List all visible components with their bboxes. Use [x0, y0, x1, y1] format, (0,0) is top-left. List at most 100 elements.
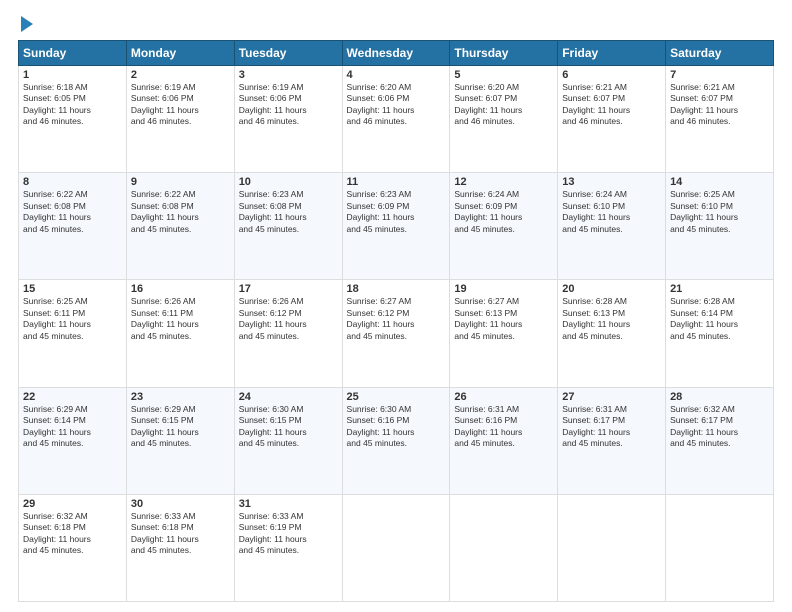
- cell-content: Sunrise: 6:24 AMSunset: 6:09 PMDaylight:…: [454, 189, 553, 235]
- calendar-cell: 26Sunrise: 6:31 AMSunset: 6:16 PMDayligh…: [450, 387, 558, 494]
- day-number: 23: [131, 391, 230, 403]
- calendar-cell: 23Sunrise: 6:29 AMSunset: 6:15 PMDayligh…: [126, 387, 234, 494]
- day-number: 25: [347, 391, 446, 403]
- calendar-week-4: 22Sunrise: 6:29 AMSunset: 6:14 PMDayligh…: [19, 387, 774, 494]
- page: Sunday Monday Tuesday Wednesday Thursday…: [0, 0, 792, 612]
- day-number: 13: [562, 176, 661, 188]
- calendar-cell: 18Sunrise: 6:27 AMSunset: 6:12 PMDayligh…: [342, 280, 450, 387]
- calendar-week-5: 29Sunrise: 6:32 AMSunset: 6:18 PMDayligh…: [19, 494, 774, 601]
- cell-content: Sunrise: 6:32 AMSunset: 6:17 PMDaylight:…: [670, 404, 769, 450]
- calendar-cell: [666, 494, 774, 601]
- cell-content: Sunrise: 6:26 AMSunset: 6:12 PMDaylight:…: [239, 296, 338, 342]
- calendar-cell: 17Sunrise: 6:26 AMSunset: 6:12 PMDayligh…: [234, 280, 342, 387]
- calendar-cell: 25Sunrise: 6:30 AMSunset: 6:16 PMDayligh…: [342, 387, 450, 494]
- col-thursday: Thursday: [450, 41, 558, 66]
- col-sunday: Sunday: [19, 41, 127, 66]
- col-saturday: Saturday: [666, 41, 774, 66]
- day-number: 26: [454, 391, 553, 403]
- calendar-cell: 31Sunrise: 6:33 AMSunset: 6:19 PMDayligh…: [234, 494, 342, 601]
- cell-content: Sunrise: 6:27 AMSunset: 6:13 PMDaylight:…: [454, 296, 553, 342]
- day-number: 27: [562, 391, 661, 403]
- day-number: 31: [239, 498, 338, 510]
- day-number: 19: [454, 283, 553, 295]
- calendar-cell: 11Sunrise: 6:23 AMSunset: 6:09 PMDayligh…: [342, 173, 450, 280]
- calendar-cell: [450, 494, 558, 601]
- calendar-cell: 6Sunrise: 6:21 AMSunset: 6:07 PMDaylight…: [558, 66, 666, 173]
- col-monday: Monday: [126, 41, 234, 66]
- cell-content: Sunrise: 6:25 AMSunset: 6:10 PMDaylight:…: [670, 189, 769, 235]
- calendar-week-3: 15Sunrise: 6:25 AMSunset: 6:11 PMDayligh…: [19, 280, 774, 387]
- calendar-cell: 28Sunrise: 6:32 AMSunset: 6:17 PMDayligh…: [666, 387, 774, 494]
- cell-content: Sunrise: 6:29 AMSunset: 6:14 PMDaylight:…: [23, 404, 122, 450]
- day-number: 7: [670, 69, 769, 81]
- cell-content: Sunrise: 6:22 AMSunset: 6:08 PMDaylight:…: [23, 189, 122, 235]
- calendar-cell: [558, 494, 666, 601]
- calendar-cell: 19Sunrise: 6:27 AMSunset: 6:13 PMDayligh…: [450, 280, 558, 387]
- cell-content: Sunrise: 6:19 AMSunset: 6:06 PMDaylight:…: [131, 82, 230, 128]
- cell-content: Sunrise: 6:23 AMSunset: 6:09 PMDaylight:…: [347, 189, 446, 235]
- cell-content: Sunrise: 6:31 AMSunset: 6:17 PMDaylight:…: [562, 404, 661, 450]
- day-number: 11: [347, 176, 446, 188]
- day-number: 17: [239, 283, 338, 295]
- calendar-cell: 24Sunrise: 6:30 AMSunset: 6:15 PMDayligh…: [234, 387, 342, 494]
- day-number: 10: [239, 176, 338, 188]
- cell-content: Sunrise: 6:19 AMSunset: 6:06 PMDaylight:…: [239, 82, 338, 128]
- day-number: 28: [670, 391, 769, 403]
- cell-content: Sunrise: 6:27 AMSunset: 6:12 PMDaylight:…: [347, 296, 446, 342]
- day-number: 5: [454, 69, 553, 81]
- day-number: 4: [347, 69, 446, 81]
- calendar-cell: 16Sunrise: 6:26 AMSunset: 6:11 PMDayligh…: [126, 280, 234, 387]
- day-number: 3: [239, 69, 338, 81]
- calendar-cell: 13Sunrise: 6:24 AMSunset: 6:10 PMDayligh…: [558, 173, 666, 280]
- calendar-cell: 21Sunrise: 6:28 AMSunset: 6:14 PMDayligh…: [666, 280, 774, 387]
- cell-content: Sunrise: 6:21 AMSunset: 6:07 PMDaylight:…: [562, 82, 661, 128]
- calendar-header-row: Sunday Monday Tuesday Wednesday Thursday…: [19, 41, 774, 66]
- calendar-cell: 3Sunrise: 6:19 AMSunset: 6:06 PMDaylight…: [234, 66, 342, 173]
- cell-content: Sunrise: 6:33 AMSunset: 6:18 PMDaylight:…: [131, 511, 230, 557]
- cell-content: Sunrise: 6:22 AMSunset: 6:08 PMDaylight:…: [131, 189, 230, 235]
- calendar-week-1: 1Sunrise: 6:18 AMSunset: 6:05 PMDaylight…: [19, 66, 774, 173]
- calendar-cell: 27Sunrise: 6:31 AMSunset: 6:17 PMDayligh…: [558, 387, 666, 494]
- day-number: 8: [23, 176, 122, 188]
- col-friday: Friday: [558, 41, 666, 66]
- cell-content: Sunrise: 6:24 AMSunset: 6:10 PMDaylight:…: [562, 189, 661, 235]
- calendar-cell: 5Sunrise: 6:20 AMSunset: 6:07 PMDaylight…: [450, 66, 558, 173]
- cell-content: Sunrise: 6:26 AMSunset: 6:11 PMDaylight:…: [131, 296, 230, 342]
- calendar-cell: 20Sunrise: 6:28 AMSunset: 6:13 PMDayligh…: [558, 280, 666, 387]
- day-number: 24: [239, 391, 338, 403]
- logo-arrow-icon: [21, 16, 33, 32]
- cell-content: Sunrise: 6:30 AMSunset: 6:16 PMDaylight:…: [347, 404, 446, 450]
- calendar-cell: 12Sunrise: 6:24 AMSunset: 6:09 PMDayligh…: [450, 173, 558, 280]
- calendar-cell: 30Sunrise: 6:33 AMSunset: 6:18 PMDayligh…: [126, 494, 234, 601]
- col-tuesday: Tuesday: [234, 41, 342, 66]
- calendar-cell: 7Sunrise: 6:21 AMSunset: 6:07 PMDaylight…: [666, 66, 774, 173]
- calendar-week-2: 8Sunrise: 6:22 AMSunset: 6:08 PMDaylight…: [19, 173, 774, 280]
- day-number: 20: [562, 283, 661, 295]
- cell-content: Sunrise: 6:32 AMSunset: 6:18 PMDaylight:…: [23, 511, 122, 557]
- day-number: 9: [131, 176, 230, 188]
- cell-content: Sunrise: 6:18 AMSunset: 6:05 PMDaylight:…: [23, 82, 122, 128]
- calendar-cell: 10Sunrise: 6:23 AMSunset: 6:08 PMDayligh…: [234, 173, 342, 280]
- calendar-table: Sunday Monday Tuesday Wednesday Thursday…: [18, 40, 774, 602]
- cell-content: Sunrise: 6:28 AMSunset: 6:14 PMDaylight:…: [670, 296, 769, 342]
- logo: [18, 18, 33, 32]
- day-number: 22: [23, 391, 122, 403]
- calendar-cell: 29Sunrise: 6:32 AMSunset: 6:18 PMDayligh…: [19, 494, 127, 601]
- cell-content: Sunrise: 6:21 AMSunset: 6:07 PMDaylight:…: [670, 82, 769, 128]
- cell-content: Sunrise: 6:20 AMSunset: 6:07 PMDaylight:…: [454, 82, 553, 128]
- day-number: 29: [23, 498, 122, 510]
- day-number: 14: [670, 176, 769, 188]
- cell-content: Sunrise: 6:29 AMSunset: 6:15 PMDaylight:…: [131, 404, 230, 450]
- cell-content: Sunrise: 6:23 AMSunset: 6:08 PMDaylight:…: [239, 189, 338, 235]
- calendar-cell: 14Sunrise: 6:25 AMSunset: 6:10 PMDayligh…: [666, 173, 774, 280]
- day-number: 15: [23, 283, 122, 295]
- calendar-cell: 9Sunrise: 6:22 AMSunset: 6:08 PMDaylight…: [126, 173, 234, 280]
- cell-content: Sunrise: 6:30 AMSunset: 6:15 PMDaylight:…: [239, 404, 338, 450]
- cell-content: Sunrise: 6:31 AMSunset: 6:16 PMDaylight:…: [454, 404, 553, 450]
- day-number: 16: [131, 283, 230, 295]
- calendar-cell: 1Sunrise: 6:18 AMSunset: 6:05 PMDaylight…: [19, 66, 127, 173]
- day-number: 21: [670, 283, 769, 295]
- cell-content: Sunrise: 6:20 AMSunset: 6:06 PMDaylight:…: [347, 82, 446, 128]
- calendar-cell: 2Sunrise: 6:19 AMSunset: 6:06 PMDaylight…: [126, 66, 234, 173]
- col-wednesday: Wednesday: [342, 41, 450, 66]
